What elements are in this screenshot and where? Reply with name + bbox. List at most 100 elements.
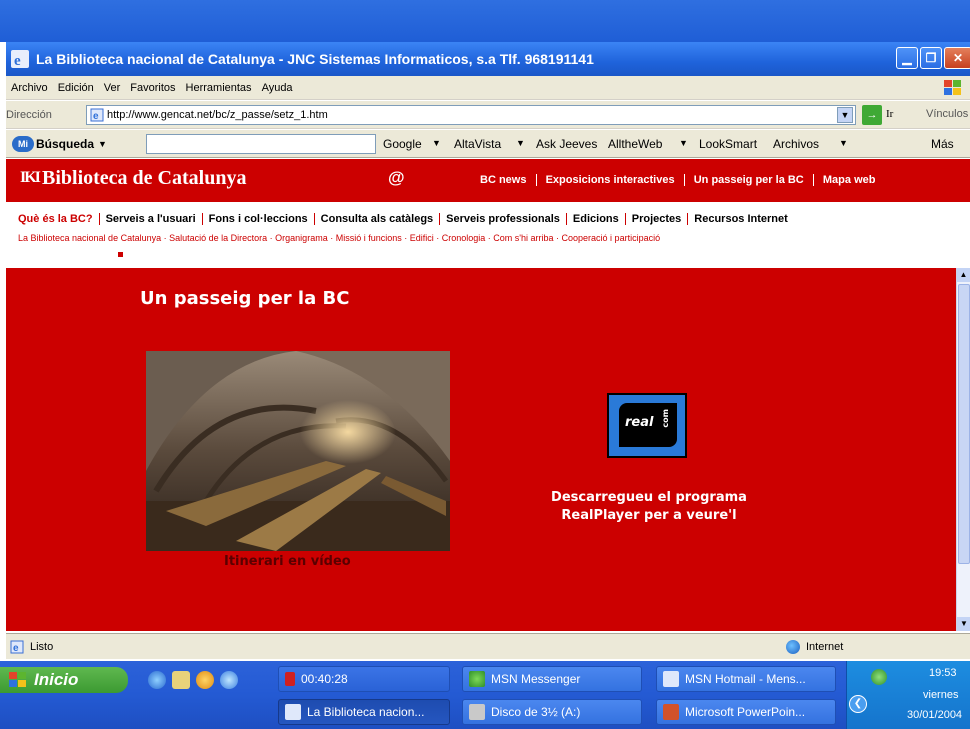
engine-archivos[interactable]: Archivos — [773, 137, 819, 151]
network-users-icon[interactable] — [871, 669, 887, 685]
window-title-bar[interactable]: e La Biblioteca nacional de Catalunya - … — [6, 42, 970, 76]
nav-recursos[interactable]: Recursos Internet — [694, 213, 788, 225]
msn-messenger-icon — [469, 671, 485, 687]
search-brand[interactable]: Búsqueda — [36, 137, 94, 151]
address-label: Dirección — [6, 108, 52, 121]
content-area: Un passeig per la BC Itinerari en vídeo … — [6, 268, 956, 631]
real-logo-icon[interactable]: real com — [607, 393, 687, 458]
nav-consulta[interactable]: Consulta als catàlegs — [321, 213, 434, 225]
task-hotmail-label: MSN Hotmail - Mens... — [685, 672, 806, 686]
link-passeig[interactable]: Un passeig per la BC — [694, 174, 804, 186]
search-brand-dropdown-icon[interactable]: ▼ — [98, 139, 107, 149]
nav-serveis-usuari[interactable]: Serveis a l'usuari — [106, 213, 196, 225]
engine-looksmart[interactable]: LookSmart — [699, 137, 757, 151]
nav-que-es[interactable]: Què és la BC? — [18, 213, 93, 225]
contact-at-icon[interactable]: @ — [388, 168, 405, 188]
library-hall-photo[interactable] — [146, 351, 450, 551]
system-tray: ❮ 19:53 viernes 30/01/2004 — [846, 661, 970, 729]
engine-google[interactable]: Google — [383, 137, 422, 151]
engine-altavista[interactable]: AltaVista — [454, 137, 501, 151]
task-timer-label: 00:40:28 — [301, 672, 348, 686]
subnav-bnc[interactable]: La Biblioteca nacional de Catalunya — [18, 233, 161, 243]
task-powerpoint-label: Microsoft PowerPoin... — [685, 705, 806, 719]
search-input[interactable] — [146, 134, 376, 154]
zone-text: Internet — [806, 641, 844, 653]
link-mapa-web[interactable]: Mapa web — [823, 174, 876, 186]
subnav-cooperacio[interactable]: Cooperació i participació — [562, 233, 661, 243]
scroll-down-button[interactable]: ▼ — [957, 617, 970, 631]
status-text: Listo — [30, 640, 54, 653]
task-timer[interactable]: 00:40:28 — [278, 666, 450, 692]
go-button[interactable]: Ir — [886, 108, 893, 120]
engine-altavista-dropdown-icon[interactable]: ▼ — [516, 138, 525, 148]
menu-herramientas[interactable]: Herramientas — [186, 82, 252, 94]
task-hotmail[interactable]: MSN Hotmail - Mens... — [656, 666, 836, 692]
separator — [439, 212, 441, 225]
clock-time[interactable]: 19:53 — [929, 667, 957, 679]
engine-askjeeves[interactable]: Ask Jeeves — [536, 137, 597, 151]
links-label[interactable]: Vínculos — [926, 108, 968, 120]
link-exposicions[interactable]: Exposicions interactives — [546, 174, 675, 186]
site-logo-mark[interactable]: IKI — [20, 169, 41, 187]
separator — [98, 212, 100, 225]
svg-text:e: e — [93, 111, 99, 122]
minimize-button[interactable]: ▁ — [896, 47, 918, 69]
engine-alltheweb-dropdown-icon[interactable]: ▼ — [679, 138, 688, 148]
subnav-salutacio[interactable]: Salutació de la Directora — [169, 233, 267, 243]
menu-ver[interactable]: Ver — [104, 82, 121, 94]
video-caption[interactable]: Itinerari en vídeo — [224, 554, 351, 569]
close-button[interactable]: ✕ — [944, 47, 970, 69]
quicklaunch-outlook-icon[interactable] — [172, 671, 190, 689]
svg-text:e: e — [13, 643, 19, 654]
desktop-background — [0, 0, 970, 42]
timer-icon — [285, 672, 295, 686]
page-icon: e — [90, 108, 104, 122]
menu-archivo[interactable]: Archivo — [11, 82, 48, 94]
more-button[interactable]: Más — [931, 137, 954, 151]
taskbar: Inicio 00:40:28 MSN Messenger MSN Hotmai… — [0, 661, 970, 729]
nav-serveis-prof[interactable]: Serveis professionals — [446, 213, 560, 225]
subnav-arriba[interactable]: Com s'hi arriba — [493, 233, 553, 243]
site-logo[interactable]: Biblioteca de Catalunya — [42, 167, 246, 190]
task-biblioteca[interactable]: La Biblioteca nacion... — [278, 699, 450, 725]
engine-alltheweb[interactable]: AlltheWeb — [608, 137, 662, 151]
quicklaunch-ie-icon[interactable] — [148, 671, 166, 689]
address-url: http://www.gencat.net/bc/z_passe/setz_1.… — [107, 109, 328, 121]
go-arrow-icon[interactable]: → — [862, 105, 882, 125]
nav-fons[interactable]: Fons i col·leccions — [209, 213, 308, 225]
msn-search-icon: Mi — [12, 135, 34, 152]
quicklaunch-browser-icon[interactable] — [220, 671, 238, 689]
address-input[interactable]: e http://www.gencat.net/bc/z_passe/setz_… — [86, 105, 856, 125]
engine-google-dropdown-icon[interactable]: ▼ — [432, 138, 441, 148]
active-marker — [118, 252, 123, 257]
scroll-up-button[interactable]: ▲ — [957, 268, 970, 282]
powerpoint-icon — [663, 704, 679, 720]
subnav-organigrama[interactable]: Organigrama — [275, 233, 328, 243]
real-logo-text: real — [625, 415, 654, 430]
internet-globe-icon — [786, 640, 800, 654]
quicklaunch-media-icon[interactable] — [196, 671, 214, 689]
menu-edicion[interactable]: Edición — [58, 82, 94, 94]
nav-edicions[interactable]: Edicions — [573, 213, 619, 225]
engine-archivos-dropdown-icon[interactable]: ▼ — [839, 138, 848, 148]
menu-favoritos[interactable]: Favoritos — [130, 82, 175, 94]
subnav-missio[interactable]: Missió i funcions — [336, 233, 402, 243]
start-button[interactable]: Inicio — [0, 667, 128, 693]
subnav-edifici[interactable]: Edifici — [410, 233, 434, 243]
tray-expand-icon[interactable]: ❮ — [849, 695, 867, 713]
separator — [565, 212, 567, 225]
task-powerpoint[interactable]: Microsoft PowerPoin... — [656, 699, 836, 725]
task-floppy[interactable]: Disco de 3½ (A:) — [462, 699, 642, 725]
task-msn-messenger[interactable]: MSN Messenger — [462, 666, 642, 692]
subnav-cronologia[interactable]: Cronologia — [442, 233, 486, 243]
ie-task-icon — [285, 704, 301, 720]
nav-projectes[interactable]: Projectes — [632, 213, 682, 225]
address-dropdown-icon[interactable]: ▼ — [837, 107, 853, 123]
menu-ayuda[interactable]: Ayuda — [262, 82, 293, 94]
vertical-scrollbar[interactable]: ▲ ▼ — [956, 268, 970, 631]
link-bc-news[interactable]: BC news — [480, 174, 526, 186]
main-nav: Què és la BC? Serveis a l'usuari Fons i co… — [18, 211, 788, 225]
scroll-thumb[interactable] — [958, 284, 970, 564]
restore-button[interactable]: ❐ — [920, 47, 942, 69]
floppy-icon — [469, 704, 485, 720]
